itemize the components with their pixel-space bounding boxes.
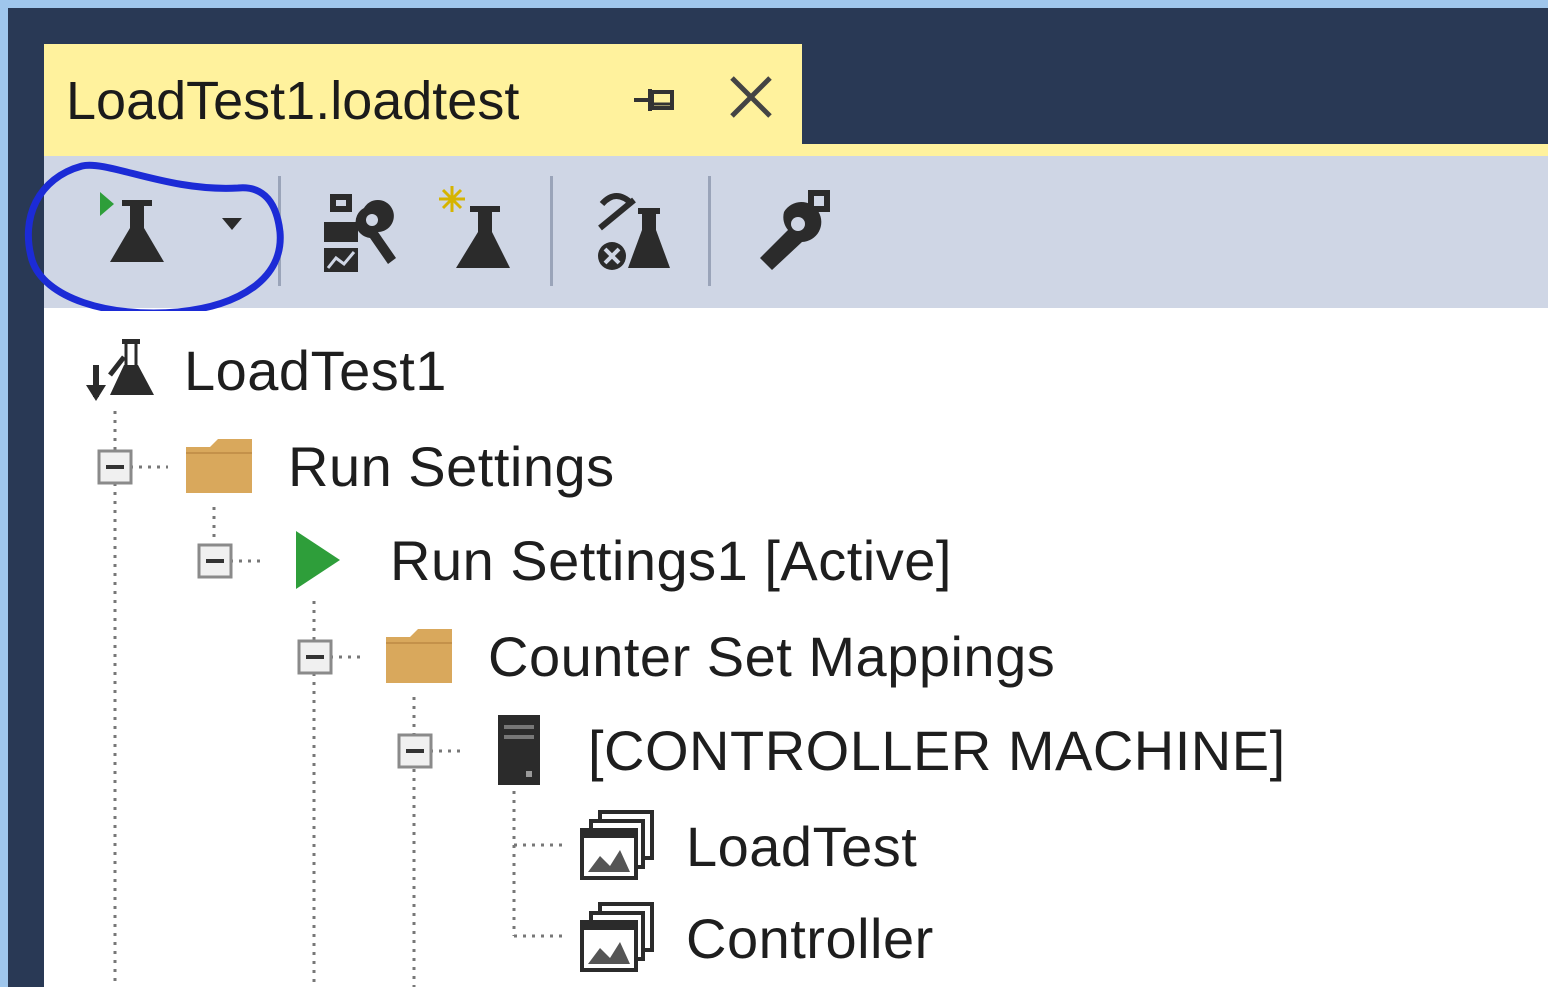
document-tab[interactable]: LoadTest1.loadtest: [44, 44, 802, 156]
tree-root-label: LoadTest1: [184, 338, 447, 402]
run-flask-icon: [100, 192, 242, 262]
run-load-test-button[interactable]: [86, 178, 266, 288]
tree-node-label: LoadTest: [686, 814, 918, 878]
wrench-icon: [760, 190, 830, 270]
counter-set-window-icon: [580, 810, 656, 882]
tree-node-label: [CONTROLLER MACHINE]: [588, 718, 1286, 782]
toolbar-separator: [550, 176, 553, 286]
add-scenario-button[interactable]: [434, 178, 524, 288]
load-test-tree: LoadTest1 Run Settings Run Settings1 [Ac…: [44, 311, 1548, 987]
toolbar-separator: [708, 176, 711, 286]
left-rail: [8, 8, 44, 987]
server-icon: [496, 713, 542, 787]
folder-icon: [184, 437, 254, 495]
new-flask-icon: [439, 186, 510, 268]
tree-node-label: Run Settings: [288, 434, 615, 498]
tab-accent-bar: [44, 144, 1548, 156]
tree-node-counter-set-loadtest[interactable]: LoadTest: [580, 801, 917, 891]
tree-node-run-settings[interactable]: Run Settings: [184, 421, 615, 511]
tree-node-counter-set-mappings[interactable]: Counter Set Mappings: [384, 611, 1055, 701]
tree-node-controller-machine[interactable]: [CONTROLLER MACHINE]: [496, 705, 1286, 795]
tree-node-label: Controller: [686, 906, 934, 970]
counter-set-icon: [598, 193, 670, 270]
counter-set-window-icon: [580, 902, 656, 974]
tree-root[interactable]: LoadTest1: [84, 325, 447, 415]
tree-node-label: Run Settings1 [Active]: [390, 528, 952, 592]
vs-window: LoadTest1.loadtest LoadTest1 Run Setting…: [8, 8, 1548, 987]
settings-button[interactable]: [744, 178, 844, 288]
tree-node-run-settings1[interactable]: Run Settings1 [Active]: [294, 515, 952, 605]
manage-controllers-button[interactable]: [314, 178, 404, 288]
tree-node-counter-set-controller[interactable]: Controller: [580, 893, 934, 983]
close-icon[interactable]: [726, 72, 776, 122]
tree-node-label: Counter Set Mappings: [488, 624, 1056, 688]
pin-icon[interactable]: [630, 80, 680, 120]
toolbar: [44, 156, 1548, 311]
load-test-icon: [84, 335, 164, 405]
folder-icon: [384, 627, 454, 685]
play-icon: [294, 529, 344, 591]
toolbar-separator: [278, 176, 281, 286]
tab-title: LoadTest1.loadtest: [66, 71, 520, 131]
controller-wrench-icon: [324, 194, 396, 272]
manage-counter-sets-button[interactable]: [588, 178, 678, 288]
